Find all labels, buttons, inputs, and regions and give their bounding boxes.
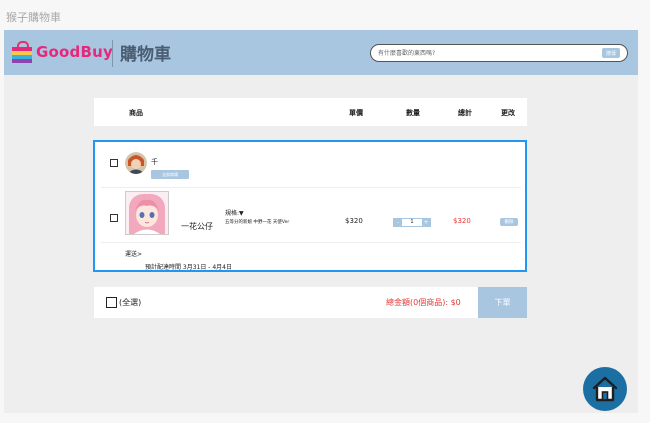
shop-checkbox[interactable] [110,159,118,167]
decrement-button[interactable]: - [394,219,402,226]
divider [101,187,521,188]
total-amount: 總金額(0個商品): $0 [386,298,461,307]
shipping-link[interactable]: 運送> [125,249,142,258]
search-button[interactable]: 搜尋 [602,48,620,58]
seller-avatar[interactable] [125,152,147,174]
spec-value: 五等分的新娘 中野一花 天使Ver [225,220,290,225]
page-title: 購物車 [120,45,171,65]
home-icon [592,376,618,402]
seller-name[interactable]: 千 [151,157,158,167]
select-all-label[interactable]: (全選) [119,297,141,308]
delivery-eta: 預計配達時間 3月31日 - 4月4日 [145,264,232,271]
column-subtotal: 總計 [458,109,472,117]
unit-price: $320 [345,217,363,225]
quantity-value[interactable]: 1 [402,219,422,226]
quantity-stepper: - 1 + [393,218,431,227]
checkout-button[interactable]: 下單 [478,287,527,318]
delete-button[interactable]: 刪除 [500,218,518,226]
column-action: 更改 [501,109,515,117]
column-header: 商品 單價 數量 總計 更改 [94,98,527,126]
seller-tag[interactable]: 全部商場 [151,170,189,179]
column-product: 商品 [129,109,143,117]
item-name[interactable]: 一花公仔 [181,221,213,232]
spec-dropdown[interactable]: 規格:▼ [225,208,244,217]
search-input[interactable] [378,48,593,58]
app-container: GoodBuy 購物車 搜尋 商品 單價 數量 總計 更改 千 全部商場 [4,30,638,413]
header-divider [112,40,113,67]
increment-button[interactable]: + [422,219,430,226]
column-quantity: 數量 [406,109,420,117]
window-title: 猴子購物車 [6,11,61,24]
column-unit-price: 單價 [349,109,363,117]
shop-card: 千 全部商場 一花公仔 規格:▼ 五等分的新娘 中野一花 天使Ver $320 … [93,140,527,272]
divider [101,242,521,243]
brand-name: GoodBuy [36,43,113,61]
select-all-checkbox[interactable] [106,297,117,308]
item-checkbox[interactable] [110,214,118,222]
search-bar: 搜尋 [370,44,628,62]
item-subtotal: $320 [453,217,471,225]
home-button[interactable] [583,367,627,411]
header: GoodBuy 購物車 搜尋 [4,30,638,75]
brand-logo[interactable]: GoodBuy [12,40,113,64]
footer-bar: (全選) 總金額(0個商品): $0 下單 [94,287,527,318]
shopping-bag-icon [12,41,32,63]
product-image[interactable] [125,191,169,235]
